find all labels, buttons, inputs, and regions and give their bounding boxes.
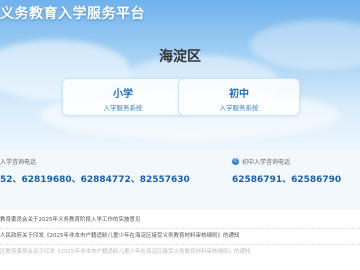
junior-school-card[interactable]: 初中 入学服务系统 [178, 78, 300, 116]
news-item[interactable]: 区教育委员会关于印发《2025年非本市户籍适龄儿童少年在海淀区接受义务教育材料审… [0, 245, 360, 260]
contact-panel: 入学咨询电话 52、62819680、62884772、82557630 ✆ 初… [0, 150, 360, 210]
primary-contact-label: 入学咨询电话 [0, 158, 37, 166]
primary-card-subtitle: 入学服务系统 [103, 104, 143, 112]
primary-school-card[interactable]: 小学 入学服务系统 [62, 78, 184, 116]
district-title: 海淀区 [159, 49, 201, 65]
hero-banner: 义务教育入学服务平台 海淀区 小学 入学服务系统 初中 入学服务系统 [0, 0, 360, 150]
primary-contact: 入学咨询电话 52、62819680、62884772、82557630 [0, 156, 190, 186]
junior-card-subtitle: 入学服务系统 [219, 104, 259, 112]
primary-contact-phones: 52、62819680、62884772、82557630 [0, 175, 190, 185]
junior-contact-label: 初中入学咨询电话 [242, 158, 291, 166]
junior-contact-phones: 62586791、62586790 [232, 175, 342, 185]
junior-contact: ✆ 初中入学咨询电话 62586791、62586790 [232, 156, 341, 185]
news-item[interactable]: 人民政府关于印发《2025年非本市户籍适龄儿童少年在海淀区接受义务教育材料审核细… [0, 229, 360, 245]
news-item[interactable]: 教育委员会关于2025年义务教育阶段入学工作的实施意见 [0, 213, 360, 229]
phone-icon: ✆ [232, 157, 239, 165]
site-title: 义务教育入学服务平台 [0, 6, 145, 22]
news-list: 教育委员会关于2025年义务教育阶段入学工作的实施意见 人民政府关于印发《202… [0, 213, 360, 260]
primary-card-title: 小学 [113, 89, 133, 100]
junior-card-title: 初中 [229, 89, 249, 100]
